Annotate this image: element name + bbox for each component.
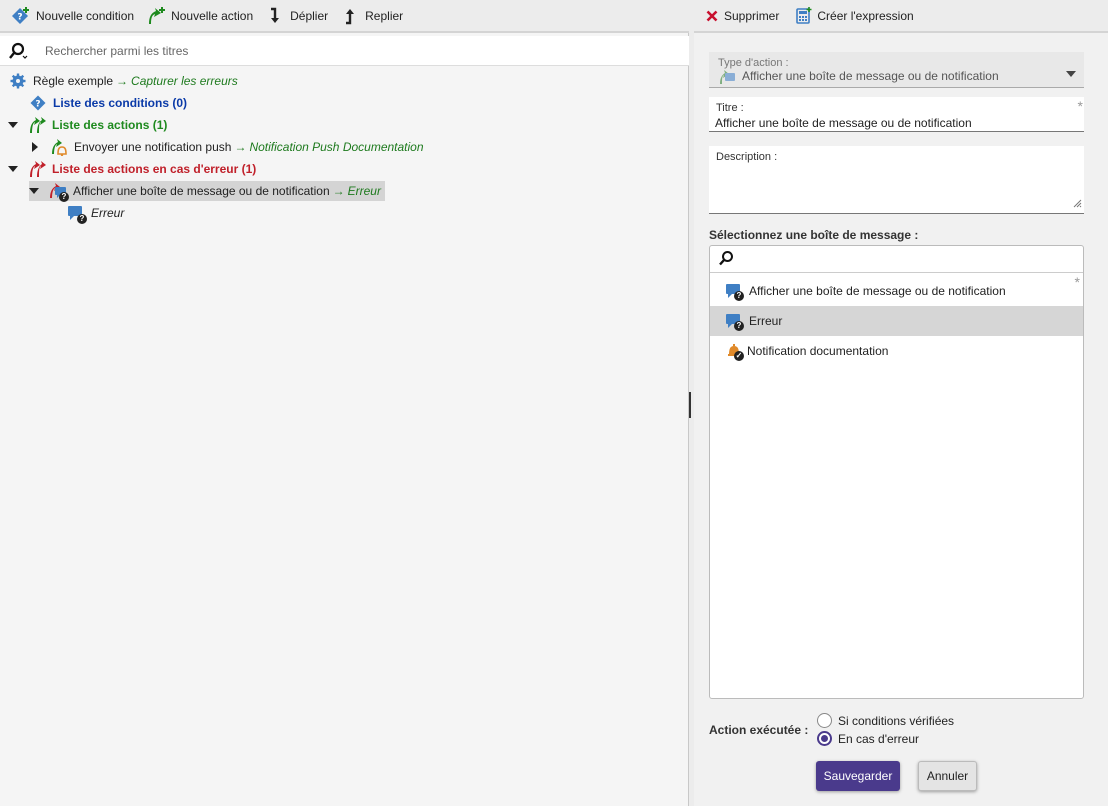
description-field[interactable]: Description : bbox=[709, 146, 1084, 214]
left-toolbar: ? Nouvelle condition Nouvelle action Dép… bbox=[0, 0, 689, 33]
radio-button-selected[interactable] bbox=[817, 731, 832, 746]
help-badge-icon: ? bbox=[77, 214, 87, 224]
error-actions-list-label: Liste des actions en cas d'erreur (1) bbox=[52, 162, 257, 176]
list-item-label: Erreur bbox=[749, 314, 783, 328]
tree-root-rule[interactable]: Règle exemple → Capturer les erreurs bbox=[9, 71, 238, 91]
action-executed-label: Action exécutée : bbox=[709, 723, 809, 737]
action-item-arrow: → bbox=[234, 140, 247, 154]
list-item-label: Notification documentation bbox=[747, 344, 889, 358]
message-box-icon: ? bbox=[724, 281, 744, 301]
help-badge-icon: ? bbox=[59, 192, 69, 202]
pane-splitter[interactable] bbox=[689, 392, 692, 418]
root-rule-label: Règle exemple bbox=[33, 74, 114, 88]
collapse-toggle-icon[interactable] bbox=[8, 120, 18, 130]
root-rule-arrow: → bbox=[116, 74, 129, 88]
calculator-icon bbox=[795, 5, 813, 27]
actions-icon bbox=[28, 116, 46, 134]
list-item[interactable]: ✓ Notification documentation bbox=[710, 336, 1083, 366]
action-item-sub: Notification Push Documentation bbox=[249, 140, 424, 154]
notification-bell-icon: ✓ bbox=[724, 341, 744, 361]
expand-button[interactable]: Déplier bbox=[264, 5, 328, 27]
svg-text:?: ? bbox=[17, 12, 22, 22]
help-badge-icon: ? bbox=[734, 291, 744, 301]
expand-label: Déplier bbox=[290, 8, 329, 23]
add-condition-icon: ? bbox=[10, 5, 32, 27]
message-box-icon: ? bbox=[67, 204, 87, 224]
error-item-sub: Erreur bbox=[347, 184, 381, 198]
list-item[interactable]: ? Afficher une boîte de message ou de no… bbox=[710, 276, 1083, 306]
error-item-label: Afficher une boîte de message ou de noti… bbox=[73, 184, 330, 198]
error-actions-icon bbox=[28, 160, 46, 178]
create-expression-label: Créer l'expression bbox=[817, 8, 914, 23]
condition-icon: ? bbox=[29, 94, 47, 112]
title-search-input[interactable] bbox=[43, 42, 643, 59]
collapse-label: Replier bbox=[365, 8, 404, 23]
actions-list-label: Liste des actions (1) bbox=[52, 118, 168, 132]
radio-if-conditions-label: Si conditions vérifiées bbox=[838, 713, 955, 728]
collapse-toggle-icon[interactable] bbox=[29, 186, 39, 196]
new-condition-button[interactable]: ? Nouvelle condition bbox=[10, 5, 134, 27]
list-item[interactable]: ? Erreur bbox=[710, 306, 1083, 336]
tree-error-actions-list[interactable]: Liste des actions en cas d'erreur (1) bbox=[8, 159, 256, 179]
collapse-button[interactable]: Replier bbox=[339, 5, 403, 27]
select-message-box-label: Sélectionnez une boîte de message : bbox=[709, 228, 919, 242]
radio-on-error-label: En cas d'erreur bbox=[838, 731, 919, 746]
description-label: Description : bbox=[716, 151, 778, 163]
required-mark: * bbox=[1077, 98, 1083, 114]
resize-grip-icon[interactable] bbox=[1073, 197, 1082, 211]
action-type-label: Type d'action : bbox=[718, 57, 789, 69]
tree-error-item[interactable]: ? Afficher une boîte de message ou de no… bbox=[29, 181, 385, 202]
message-box-icon: ? bbox=[49, 182, 69, 202]
error-child-label: Erreur bbox=[91, 206, 125, 220]
search-icon bbox=[718, 250, 734, 269]
rule-tree-pane: ? Nouvelle condition Nouvelle action Dép… bbox=[0, 0, 689, 806]
gear-icon bbox=[9, 72, 27, 90]
delete-button[interactable]: Supprimer bbox=[704, 5, 779, 27]
message-box-list: * ? Afficher une boîte de message ou de … bbox=[709, 245, 1084, 699]
svg-text:?: ? bbox=[35, 100, 40, 110]
add-action-icon bbox=[145, 5, 167, 27]
title-search-bar bbox=[0, 36, 689, 66]
right-toolbar: Supprimer Créer l'expression bbox=[694, 0, 1108, 33]
error-item-arrow: → bbox=[332, 184, 345, 198]
check-badge-icon: ✓ bbox=[734, 351, 744, 361]
root-rule-sub: Capturer les erreurs bbox=[131, 74, 238, 88]
create-expression-button[interactable]: Créer l'expression bbox=[795, 5, 914, 27]
delete-x-icon bbox=[704, 5, 720, 27]
tree-error-child[interactable]: ? Erreur bbox=[67, 203, 125, 224]
save-button[interactable]: Sauvegarder bbox=[816, 761, 900, 791]
action-item-label: Envoyer une notification push bbox=[74, 140, 232, 154]
new-condition-label: Nouvelle condition bbox=[36, 8, 135, 23]
action-editor-pane: Supprimer Créer l'expression Type d'acti… bbox=[694, 0, 1108, 806]
tree-actions-list[interactable]: Liste des actions (1) bbox=[8, 115, 167, 135]
notification-bell-icon bbox=[50, 138, 68, 156]
delete-label: Supprimer bbox=[724, 8, 780, 23]
tree-conditions-list[interactable]: ? Liste des conditions (0) bbox=[29, 93, 187, 113]
message-box-search[interactable] bbox=[710, 246, 1083, 273]
tree-action-item[interactable]: Envoyer une notification push → Notifica… bbox=[30, 137, 424, 157]
title-value[interactable]: Afficher une boîte de message ou de noti… bbox=[715, 116, 972, 130]
cancel-button[interactable]: Annuler bbox=[918, 761, 977, 791]
radio-if-conditions[interactable]: Si conditions vérifiées bbox=[817, 713, 954, 728]
new-action-label: Nouvelle action bbox=[171, 8, 254, 23]
conditions-list-label: Liste des conditions (0) bbox=[53, 96, 188, 110]
title-field[interactable]: Titre : Afficher une boîte de message ou… bbox=[709, 97, 1084, 132]
chevron-down-icon[interactable] bbox=[1066, 66, 1076, 80]
title-label: Titre : bbox=[716, 102, 744, 114]
expand-arrow-icon bbox=[264, 5, 286, 27]
help-badge-icon: ? bbox=[734, 321, 744, 331]
expand-toggle-icon[interactable] bbox=[30, 142, 40, 152]
message-box-icon bbox=[719, 69, 737, 88]
action-type-select[interactable]: Type d'action : Afficher une boîte de me… bbox=[709, 52, 1084, 88]
radio-on-error[interactable]: En cas d'erreur bbox=[817, 731, 919, 746]
new-action-button[interactable]: Nouvelle action bbox=[145, 5, 253, 27]
radio-button[interactable] bbox=[817, 713, 832, 728]
collapse-arrow-icon bbox=[339, 5, 361, 27]
search-icon bbox=[8, 42, 30, 60]
collapse-toggle-icon[interactable] bbox=[8, 164, 18, 174]
list-item-label: Afficher une boîte de message ou de noti… bbox=[749, 284, 1006, 298]
action-type-value: Afficher une boîte de message ou de noti… bbox=[742, 69, 999, 83]
message-box-icon: ? bbox=[724, 311, 744, 331]
